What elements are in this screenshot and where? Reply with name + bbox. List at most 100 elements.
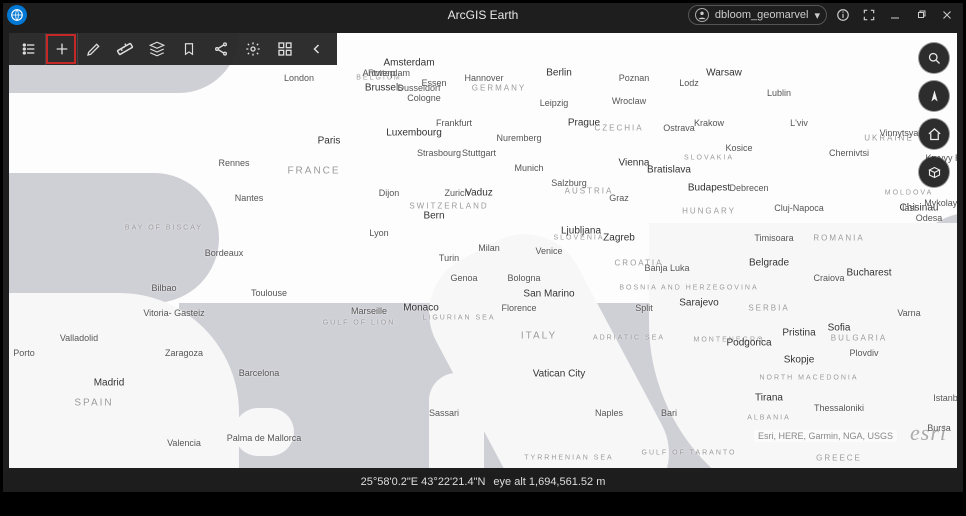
map-label: Skopje [784,355,815,366]
measure-button[interactable] [109,33,141,65]
basemap-gallery-button[interactable] [269,33,301,65]
status-coords: 25°58'0.2"E 43°22'21.4"N [361,476,486,488]
home-button[interactable] [919,119,949,149]
map-label: Craiova [813,273,844,283]
map-label: Mykolayiv [924,198,957,208]
map-label: Tyrrhenian Sea [524,455,613,462]
map-label: Strasbourg [417,148,461,158]
map-label: Cluj-Napoca [774,203,824,213]
close-button[interactable] [937,5,957,25]
map-label: Varna [897,308,920,318]
map-label: Zagreb [603,233,635,244]
map-label: Odesa [916,213,943,223]
map-label: Banja Luka [644,263,689,273]
map-label: Vitoria- Gasteiz [143,308,204,318]
settings-button[interactable] [237,33,269,65]
map-label: Lodz [679,78,699,88]
map-label: Bucharest [846,268,891,279]
map-label: Palma de Mallorca [227,433,302,443]
map-label: Thessaloniki [814,403,864,413]
map-label: Berlin [546,68,572,79]
bookmark-button[interactable] [173,33,205,65]
map-label: Sassari [429,408,459,418]
map-label: Adriatic Sea [593,335,665,342]
map-label: Naples [595,408,623,418]
map-label: SPAIN [74,398,113,409]
map-label: Wroclaw [612,96,646,106]
map-label: Valladolid [60,333,98,343]
map-label: MOLDOVA [885,190,934,197]
map-label: Essen [421,78,446,88]
north-arrow-button[interactable] [919,81,949,111]
map-label: Vinnytsya [880,128,919,138]
map-canvas[interactable]: FRANCESPAINITALYSWITZERLANDAUSTRIAHUNGAR… [9,33,957,468]
esri-logo: esri [910,420,947,446]
map-label: Debrecen [729,183,768,193]
user-account-chip[interactable]: dbloom_geomarvel ▾ [688,5,827,25]
map-label: Turin [439,253,459,263]
map-label: London [284,73,314,83]
map-label: Porto [13,348,35,358]
map-label: Plovdiv [849,348,878,358]
chevron-down-icon: ▾ [814,9,820,22]
map-label: Pristina [782,328,815,339]
map-label: Zaragoza [165,348,203,358]
map-label: Bern [423,211,444,222]
map-label: Dijon [379,188,400,198]
map-label: Graz [609,193,629,203]
map-label: Vienna [619,158,650,169]
map-label: Ostrava [663,123,695,133]
map-label: Split [635,303,653,313]
map-label: Timisoara [754,233,793,243]
status-eye-alt: eye alt 1,694,561.52 m [493,476,605,488]
share-button[interactable] [205,33,237,65]
info-button[interactable] [833,5,853,25]
map-label: Budapest [688,183,730,194]
view-3d-button[interactable] [919,157,949,187]
map-label: Bilbao [151,283,176,293]
map-label: Marseille [351,306,387,316]
map-label: Warsaw [706,68,742,79]
map-label: Kosice [725,143,752,153]
table-of-contents-button[interactable] [13,33,45,65]
fullscreen-button[interactable] [859,5,879,25]
map-label: Chernivtsi [829,148,869,158]
map-label: Toulouse [251,288,287,298]
restore-button[interactable] [911,5,931,25]
collapse-toolbar-button[interactable] [301,33,333,65]
map-label: Florence [501,303,536,313]
map-label: Ligurian Sea [422,315,495,322]
map-label: Nuremberg [496,133,541,143]
map-label: Venice [535,246,562,256]
map-label: GERMANY [472,84,526,93]
map-label: Vatican City [533,369,586,380]
map-label: Luxembourg [386,128,442,139]
map-label: BULGARIA [831,334,887,343]
title-bar: ArcGIS Earth dbloom_geomarvel ▾ [3,3,963,27]
map-label: Bordeaux [205,248,244,258]
map-label: Milan [478,243,500,253]
map-label: Tirana [755,393,783,404]
map-label: Gulf of Taranto [642,450,737,457]
map-label: Amsterdam [383,58,434,69]
map-label: Monaco [403,303,439,314]
user-avatar-icon [695,8,709,22]
add-data-button[interactable] [45,33,77,65]
map-label: Rennes [218,158,249,168]
map-label: GREECE [816,454,862,463]
map-label: Cologne [407,93,441,103]
user-name-label: dbloom_geomarvel [715,9,809,21]
map-label: ROMANIA [813,234,864,243]
map-label: Stuttgart [462,148,496,158]
map-label: CZECHIA [594,124,643,133]
search-button[interactable] [919,43,949,73]
map-label: Vaduz [465,188,493,199]
map-label: Antwerp [362,68,395,78]
minimize-button[interactable] [885,5,905,25]
draw-button[interactable] [77,33,109,65]
map-label: HUNGARY [682,207,736,216]
interactive-analysis-button[interactable] [141,33,173,65]
map-label: Istanbul [933,393,957,403]
map-label: Nantes [235,193,264,203]
map-label: Leipzig [540,98,569,108]
